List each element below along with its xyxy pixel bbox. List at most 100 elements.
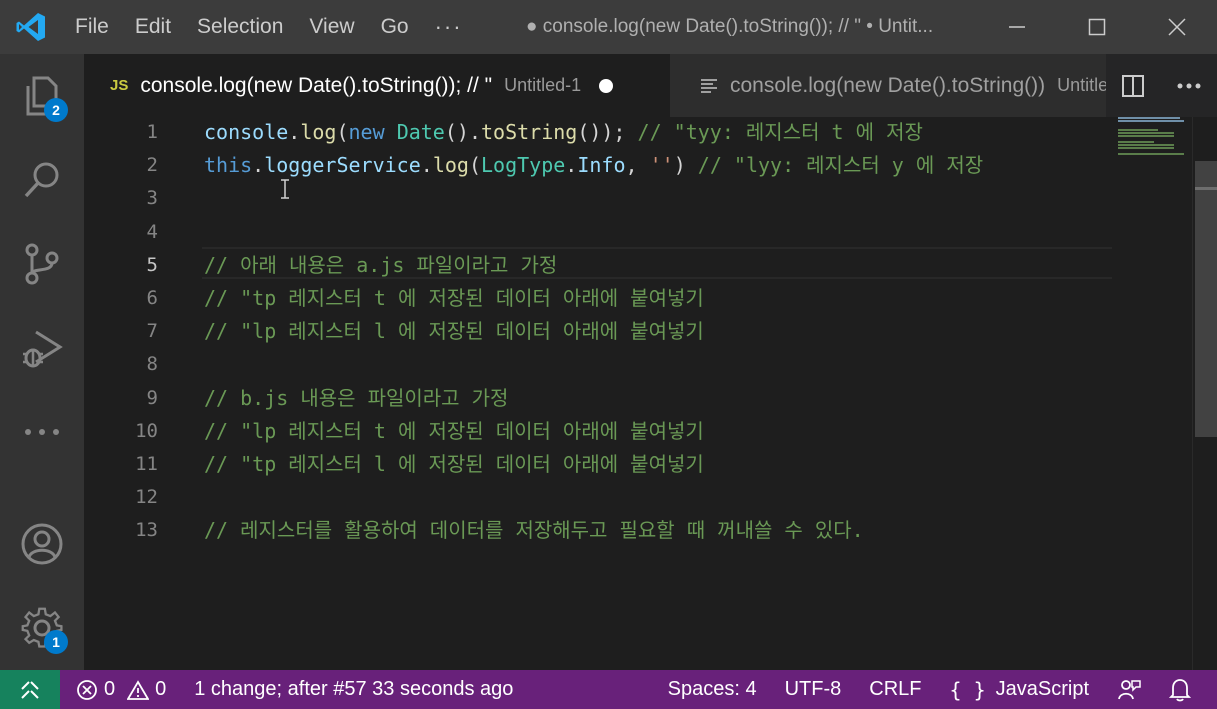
- code-line[interactable]: 2 this.loggerService.log(LogType.Info, ''…: [84, 150, 1114, 183]
- error-icon: [77, 679, 97, 700]
- line-number: 2: [146, 154, 158, 176]
- accounts-button[interactable]: [0, 502, 84, 586]
- menu-view[interactable]: View: [296, 0, 367, 54]
- tab-untitled-1[interactable]: JS console.log(new Date().toString()); /…: [84, 54, 670, 117]
- code-token: Info: [577, 153, 626, 177]
- menu-more-icon[interactable]: ···: [422, 0, 476, 54]
- code-line[interactable]: 7 // "lp 레지스터 l 에 저장된 데이터 아래에 붙여넣기: [84, 316, 1114, 349]
- notifications-button[interactable]: [1169, 670, 1191, 709]
- minimap-line: [1118, 132, 1174, 134]
- unsaved-dot-icon[interactable]: [599, 78, 614, 93]
- minimap-line: [1118, 129, 1158, 131]
- maximize-icon: [1088, 18, 1106, 36]
- error-count: 0: [104, 678, 116, 700]
- minimize-button[interactable]: [977, 0, 1057, 54]
- code-editor[interactable]: 1 console.log(new Date().toString()); // …: [84, 117, 1217, 670]
- settings-badge: 1: [44, 630, 68, 654]
- more-views-button[interactable]: [0, 390, 84, 474]
- code-token: toString: [480, 120, 578, 144]
- code-token: console: [204, 120, 289, 144]
- maximize-button[interactable]: [1057, 0, 1137, 54]
- tab-description: Untitled-1: [504, 75, 582, 95]
- split-editor-icon[interactable]: [1121, 74, 1145, 98]
- encoding-status[interactable]: UTF-8: [785, 670, 842, 709]
- minimap-line: [1118, 144, 1174, 146]
- code-line[interactable]: 11 // "tp 레지스터 l 에 저장된 데이터 아래에 붙여넣기: [84, 449, 1114, 482]
- remote-button[interactable]: [0, 670, 60, 709]
- code-line[interactable]: 5 // 아래 내용은 a.js 파일이라고 가정: [84, 250, 1114, 283]
- code-text: this.loggerService.log(LogType.Info, '')…: [204, 150, 983, 180]
- code-text: // 아래 내용은 a.js 파일이라고 가정: [204, 250, 557, 280]
- code-line[interactable]: 8: [84, 349, 1114, 382]
- minimap-line: [1118, 135, 1174, 137]
- code-text: // b.js 내용은 파일이라고 가정: [204, 383, 508, 413]
- code-line[interactable]: 9 // b.js 내용은 파일이라고 가정: [84, 383, 1114, 416]
- code-text: // "lp 레지스터 l 에 저장된 데이터 아래에 붙여넣기: [204, 316, 704, 346]
- vertical-scrollbar[interactable]: [1192, 117, 1217, 670]
- explorer-button[interactable]: 2: [0, 54, 84, 138]
- code-token: loggerService: [264, 153, 421, 177]
- code-text: // "tp 레지스터 l 에 저장된 데이터 아래에 붙여넣기: [204, 449, 704, 479]
- source-control-button[interactable]: [0, 222, 84, 306]
- text-cursor-icon: [281, 179, 289, 199]
- code-token: // "lp 레지스터 l 에 저장된 데이터 아래에 붙여넣기: [204, 319, 704, 343]
- code-text: console.log(new Date().toString()); // "…: [204, 117, 923, 147]
- more-actions-icon[interactable]: [1176, 82, 1202, 90]
- code-token: LogType: [480, 153, 566, 177]
- minimap[interactable]: [1114, 117, 1190, 670]
- indentation-status[interactable]: Spaces: 4: [668, 670, 757, 709]
- window-title: ● console.log(new Date().toString()); //…: [526, 16, 934, 37]
- search-button[interactable]: [0, 138, 84, 222]
- code-token: '': [649, 153, 674, 177]
- feedback-button[interactable]: [1117, 670, 1141, 709]
- code-token: .: [565, 153, 578, 177]
- search-icon: [24, 162, 59, 198]
- undo-history-status[interactable]: 1 change; after #57 33 seconds ago: [194, 670, 513, 709]
- problems-indicator[interactable]: 0 0: [76, 670, 166, 709]
- minimap-line: [1118, 153, 1184, 155]
- text-file-icon: [701, 78, 717, 93]
- code-token: log: [300, 120, 337, 144]
- code-line[interactable]: 4: [84, 217, 1114, 250]
- menu-go[interactable]: Go: [368, 0, 422, 54]
- code-token: .: [252, 153, 265, 177]
- code-token: // 레지스터를 활용하여 데이터를 저장해두고 필요할 때 꺼내쓸 수 있다.: [204, 518, 864, 542]
- menu-edit[interactable]: Edit: [122, 0, 184, 54]
- code-text: // "tp 레지스터 t 에 저장된 데이터 아래에 붙여넣기: [204, 283, 704, 313]
- line-number: 7: [146, 320, 158, 342]
- code-token: log: [432, 153, 469, 177]
- code-line[interactable]: 12: [84, 482, 1114, 515]
- code-token: // "lyy: 레지스터 y 에 저장: [697, 153, 984, 177]
- manage-button[interactable]: 1: [0, 586, 84, 670]
- warning-count: 0: [155, 678, 167, 700]
- braces-icon: { }: [949, 677, 986, 702]
- code-token: // "tyy: 레지스터 t 에 저장: [637, 120, 923, 144]
- code-token: ): [673, 153, 698, 177]
- code-line[interactable]: 10 // "lp 레지스터 t 에 저장된 데이터 아래에 붙여넣기: [84, 416, 1114, 449]
- code-line[interactable]: 3: [84, 183, 1114, 216]
- code-text: // "lp 레지스터 t 에 저장된 데이터 아래에 붙여넣기: [204, 416, 704, 446]
- code-token: .: [420, 153, 433, 177]
- menu-file[interactable]: File: [62, 0, 122, 54]
- minimap-line: [1118, 117, 1180, 119]
- menu-selection[interactable]: Selection: [184, 0, 296, 54]
- window-controls: [977, 0, 1217, 54]
- run-debug-button[interactable]: [0, 306, 84, 390]
- javascript-file-icon: JS: [110, 77, 129, 94]
- code-token: ().: [444, 120, 481, 144]
- line-number: 9: [146, 387, 158, 409]
- account-icon: [21, 523, 63, 565]
- minimap-line: [1118, 141, 1154, 143]
- scrollbar-thumb[interactable]: [1195, 161, 1217, 437]
- code-token: .: [288, 120, 301, 144]
- vscode-logo-icon: [0, 0, 62, 54]
- language-mode[interactable]: { } JavaScript: [950, 670, 1090, 709]
- code-line[interactable]: 1 console.log(new Date().toString()); // …: [84, 117, 1114, 150]
- code-token: // "tp 레지스터 t 에 저장된 데이터 아래에 붙여넣기: [204, 286, 704, 310]
- code-line[interactable]: 13 // 레지스터를 활용하여 데이터를 저장해두고 필요할 때 꺼내쓸 수 있…: [84, 515, 1114, 548]
- close-button[interactable]: [1137, 0, 1217, 54]
- eol-status[interactable]: CRLF: [869, 670, 921, 709]
- code-line[interactable]: 6 // "tp 레지스터 t 에 저장된 데이터 아래에 붙여넣기: [84, 283, 1114, 316]
- bell-icon: [1169, 678, 1191, 701]
